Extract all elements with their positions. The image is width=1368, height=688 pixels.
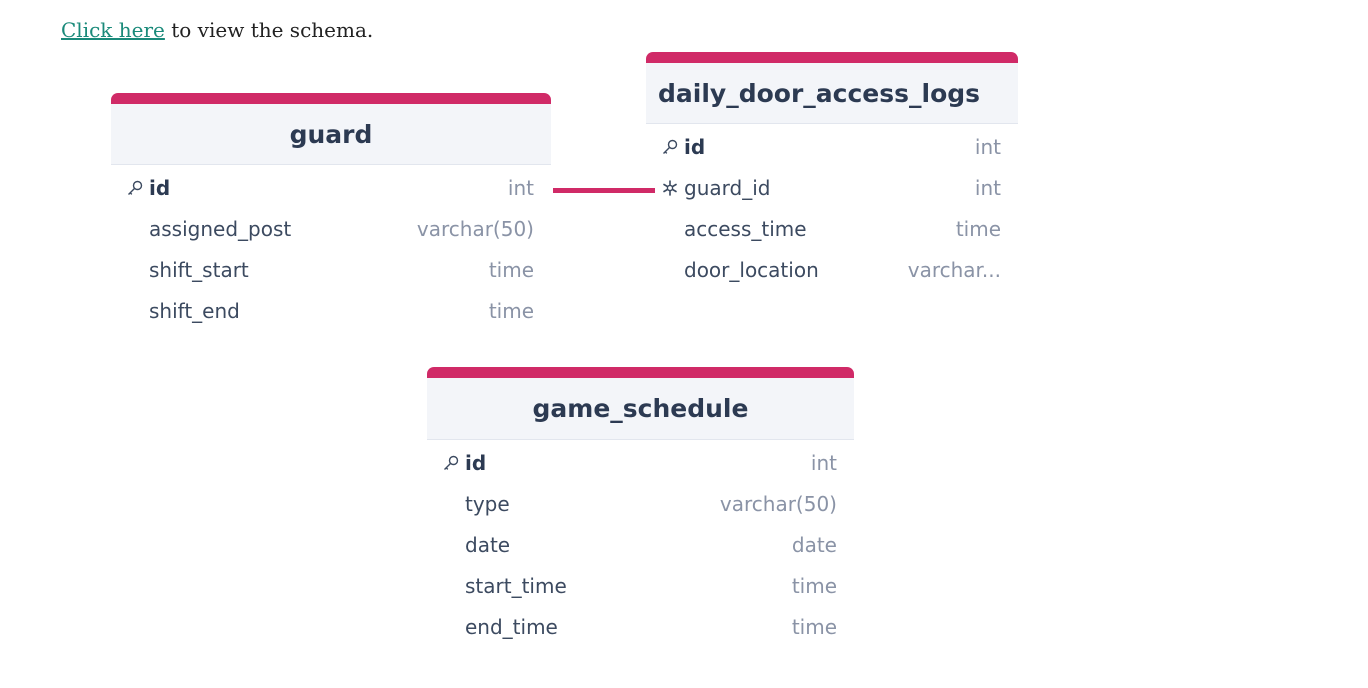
table-title: guard (289, 119, 373, 149)
field-type: varchar... (907, 258, 1001, 282)
field-row: door_location varchar... (646, 249, 1018, 290)
field-type: int (974, 135, 1001, 159)
field-type: varchar(50) (416, 217, 534, 241)
intro-rest: to view the schema. (164, 18, 374, 42)
field-row: id int (427, 442, 854, 483)
table-title: game_schedule (532, 394, 749, 423)
field-name: assigned_post (149, 217, 292, 241)
key-icon (441, 453, 461, 473)
table-header: daily_door_access_logs (646, 63, 1018, 124)
field-row: access_time time (646, 208, 1018, 249)
field-type: time (791, 574, 837, 598)
field-name: shift_start (149, 258, 249, 282)
field-row: end_time time (427, 606, 854, 647)
table-accent-bar (646, 52, 1018, 63)
field-row: shift_end time (111, 290, 551, 331)
intro-text: Click here to view the schema. (61, 18, 373, 42)
field-type: int (507, 176, 534, 200)
field-name: type (465, 492, 510, 516)
table-title: daily_door_access_logs (658, 78, 981, 108)
field-type: date (791, 533, 837, 557)
field-name: shift_end (149, 299, 240, 323)
table-header: game_schedule (427, 378, 854, 440)
snowflake-icon (660, 178, 680, 198)
schema-link[interactable]: Click here (61, 18, 165, 42)
field-type: time (791, 615, 837, 639)
field-row: assigned_post varchar(50) (111, 208, 551, 249)
field-row: id int (646, 126, 1018, 167)
field-row: type varchar(50) (427, 483, 854, 524)
field-type: time (488, 299, 534, 323)
field-row: shift_start time (111, 249, 551, 290)
field-row: date date (427, 524, 854, 565)
field-name: guard_id (684, 176, 771, 200)
table-accent-bar (427, 367, 854, 378)
field-name: door_location (684, 258, 819, 282)
key-icon (125, 178, 145, 198)
field-type: int (974, 176, 1001, 200)
key-icon (660, 137, 680, 157)
table-accent-bar (111, 93, 551, 104)
field-name: id (149, 176, 171, 200)
table-game-schedule[interactable]: game_schedule id int type varchar(50) da… (427, 367, 854, 647)
field-type: time (488, 258, 534, 282)
field-name: date (465, 533, 511, 557)
field-type: varchar(50) (719, 492, 837, 516)
field-type: time (955, 217, 1001, 241)
table-daily-door-access-logs[interactable]: daily_door_access_logs id int guard_id i… (646, 52, 1018, 290)
table-guard[interactable]: guard id int assigned_post varchar(50) s… (111, 93, 551, 331)
field-name: start_time (465, 574, 567, 598)
field-name: access_time (684, 217, 807, 241)
field-name: id (684, 135, 706, 159)
field-name: id (465, 451, 487, 475)
table-header: guard (111, 104, 551, 165)
field-name: end_time (465, 615, 558, 639)
field-row: id int (111, 167, 551, 208)
field-row: start_time time (427, 565, 854, 606)
field-row: guard_id int (646, 167, 1018, 208)
field-type: int (810, 451, 837, 475)
relationship-line (553, 188, 655, 193)
